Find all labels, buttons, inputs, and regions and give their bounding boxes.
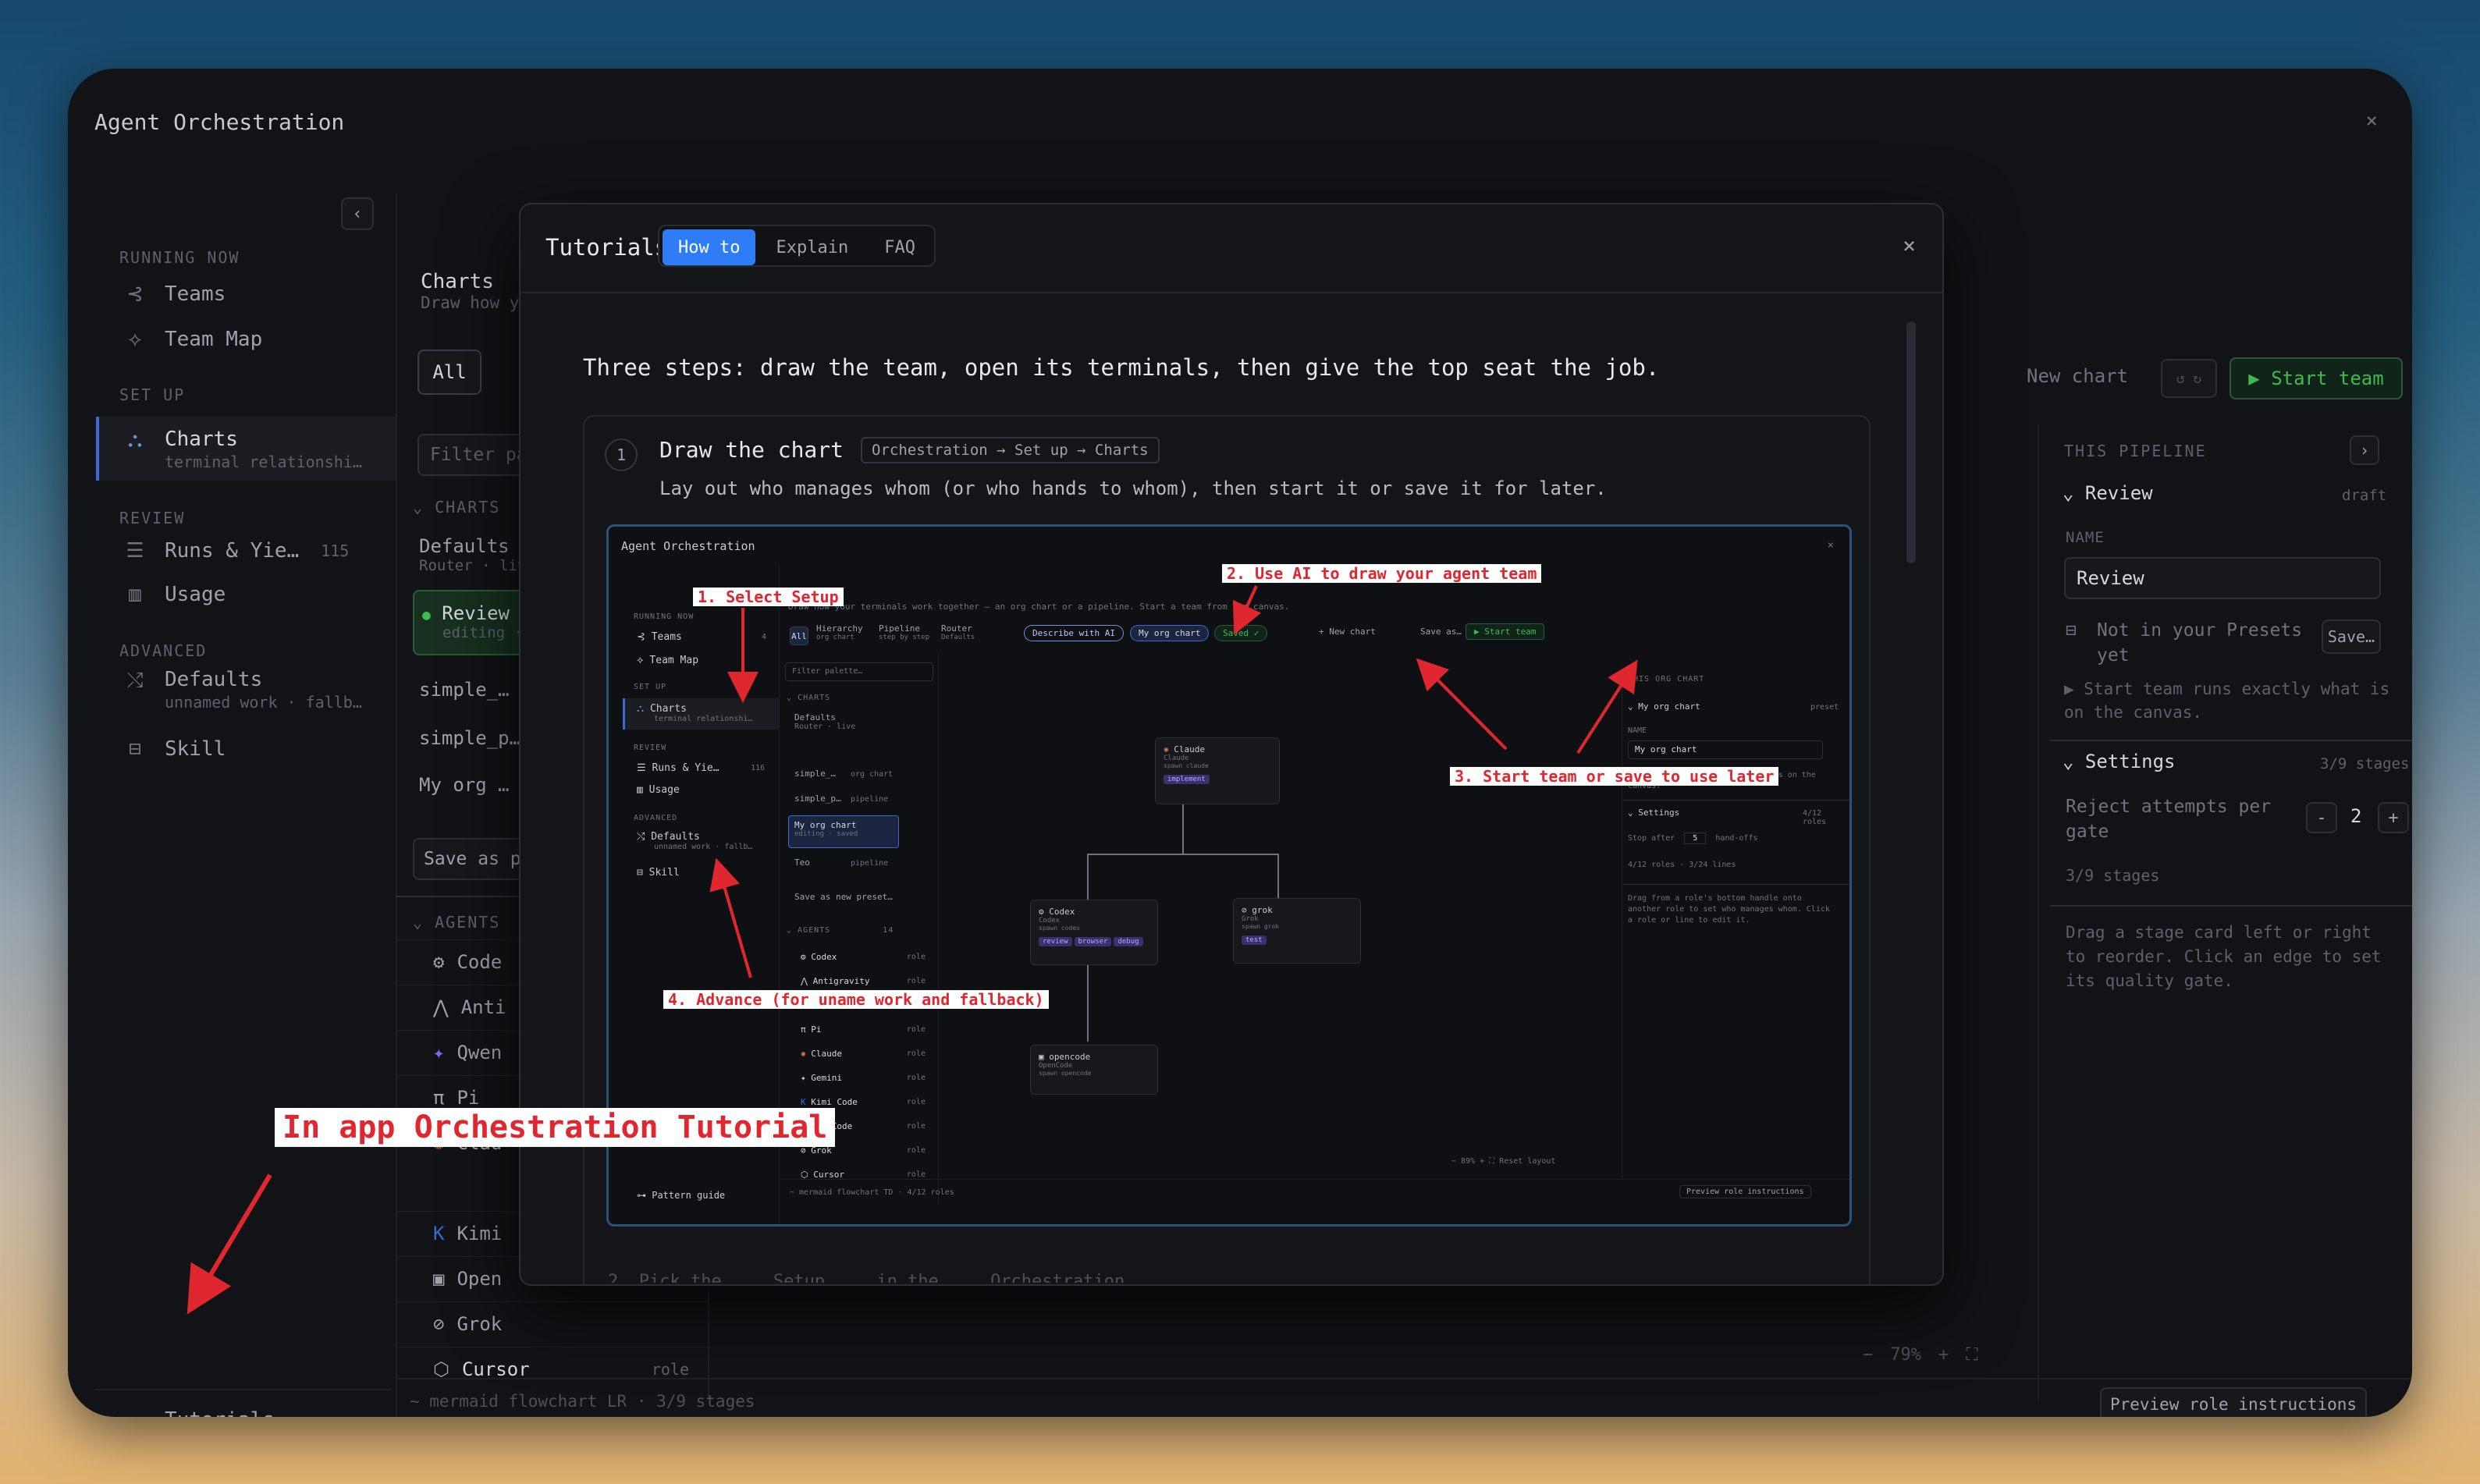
annotation-arrow-tutorials	[187, 1173, 272, 1315]
